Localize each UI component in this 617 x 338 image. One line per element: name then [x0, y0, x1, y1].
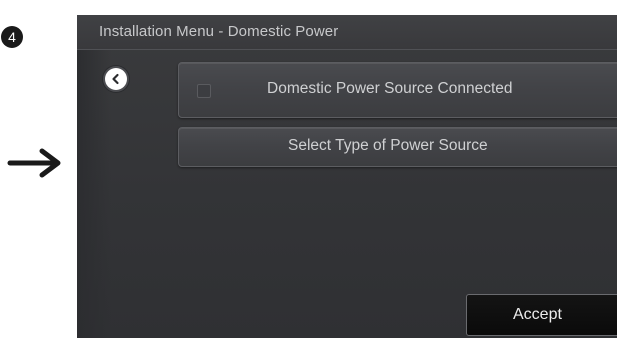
chevron-left-icon — [112, 73, 119, 85]
domestic-power-connected-toggle[interactable]: Domestic Power Source Connected — [178, 62, 617, 118]
title-bar: Installation Menu - Domestic Power — [77, 15, 617, 50]
side-panel-shadow — [77, 50, 111, 338]
select-power-source-label: Select Type of Power Source — [288, 137, 488, 154]
accept-button[interactable]: Accept — [466, 294, 617, 336]
accept-label: Accept — [513, 306, 562, 323]
select-power-source-type-button[interactable]: Select Type of Power Source — [178, 127, 617, 167]
step-number-badge: 4 — [1, 26, 23, 48]
head-unit-screen: Installation Menu - Domestic Power Domes… — [77, 15, 617, 338]
domestic-power-label: Domestic Power Source Connected — [267, 80, 513, 97]
screen-title: Installation Menu - Domestic Power — [99, 23, 339, 40]
arrow-right-icon — [7, 148, 61, 178]
domestic-power-checkbox[interactable] — [197, 84, 211, 98]
back-button[interactable] — [105, 68, 127, 90]
manual-page: 4 Installation Menu - Domestic Power Dom… — [0, 0, 617, 338]
